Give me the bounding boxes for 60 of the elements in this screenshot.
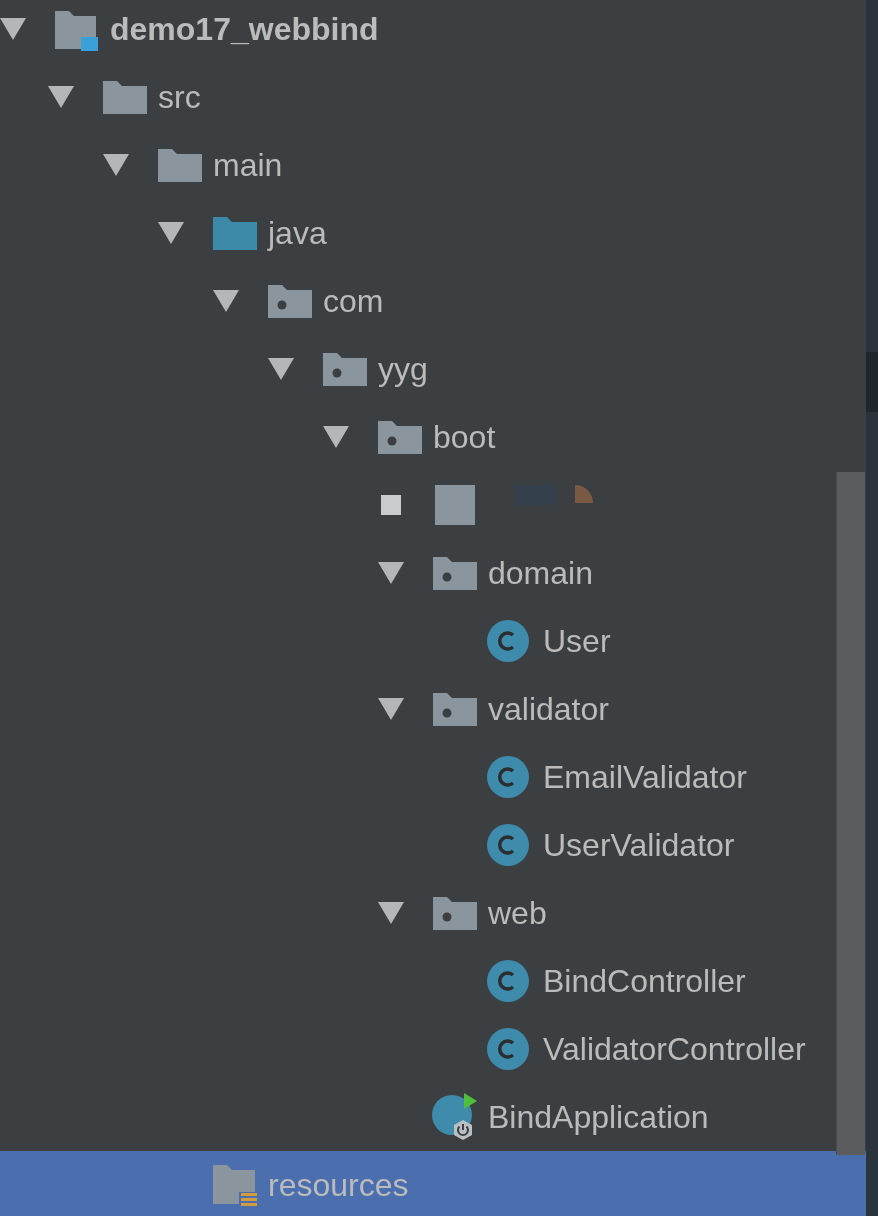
item-label: src — [158, 78, 201, 116]
item-label: validator — [488, 690, 609, 728]
tree-item[interactable]: web — [0, 879, 866, 947]
expand-arrow-icon[interactable] — [213, 290, 239, 312]
item-label: resources — [268, 1166, 409, 1204]
package-folder-icon — [431, 895, 479, 931]
class-icon — [486, 959, 530, 1003]
class-icon — [486, 823, 530, 867]
item-label: domain — [488, 554, 593, 592]
item-label: UserValidator — [543, 826, 735, 864]
package-folder-icon — [266, 283, 314, 319]
folder-icon — [101, 79, 149, 115]
tree-item[interactable]: EmailValidator — [0, 743, 866, 811]
item-label: java — [268, 214, 327, 252]
item-label: boot — [433, 418, 496, 456]
tree-item[interactable]: BindController — [0, 947, 866, 1015]
folder-icon — [156, 147, 204, 183]
expand-arrow-icon[interactable] — [378, 902, 404, 924]
tree-item[interactable]: main — [0, 131, 866, 199]
class-icon — [486, 1027, 530, 1071]
expand-arrow-icon[interactable] — [268, 358, 294, 380]
item-label: yyg — [378, 350, 428, 388]
package-folder-icon — [431, 691, 479, 727]
package-folder-icon — [376, 419, 424, 455]
item-label: EmailValidator — [543, 758, 747, 796]
item-label: ValidatorController — [543, 1030, 806, 1068]
item-label: demo17_webbind — [110, 10, 379, 48]
expand-arrow-icon[interactable] — [378, 698, 404, 720]
item-label: BindController — [543, 962, 746, 1000]
expand-arrow-icon[interactable] — [323, 426, 349, 448]
tree-item[interactable]: domain — [0, 539, 866, 607]
tree-item[interactable]: yyg — [0, 335, 866, 403]
spring-app-class-icon — [431, 1093, 479, 1141]
expand-arrow-icon[interactable] — [103, 154, 129, 176]
item-label: main — [213, 146, 283, 184]
folder-icon — [211, 215, 259, 251]
tree-item[interactable]: src — [0, 63, 866, 131]
tree-item[interactable]: demo17_webbind — [0, 0, 866, 63]
expand-arrow-icon[interactable] — [0, 18, 26, 40]
tree-item[interactable]: java — [0, 199, 866, 267]
tree-item[interactable]: BindApplication — [0, 1083, 866, 1151]
expand-arrow-icon[interactable] — [378, 562, 404, 584]
package-folder-icon — [431, 555, 479, 591]
tree-item[interactable]: com — [0, 267, 866, 335]
expand-arrow-icon[interactable] — [48, 86, 74, 108]
package-folder-icon — [321, 351, 369, 387]
tree-item[interactable]: UserValidator — [0, 811, 866, 879]
scrollbar-thumb[interactable] — [836, 472, 865, 1155]
expand-arrow-icon[interactable] — [158, 222, 184, 244]
tree-item[interactable]: boot — [0, 403, 866, 471]
item-label: BindApplication — [488, 1098, 709, 1136]
item-label: web — [488, 894, 547, 932]
item-label: User — [543, 622, 611, 660]
item-label: com — [323, 282, 384, 320]
class-icon — [486, 755, 530, 799]
tree-item[interactable]: validator — [0, 675, 866, 743]
tree-item[interactable]: ValidatorController — [0, 1015, 866, 1083]
class-icon — [486, 619, 530, 663]
square-icon — [381, 495, 401, 515]
tree-item[interactable]: User — [0, 607, 866, 675]
